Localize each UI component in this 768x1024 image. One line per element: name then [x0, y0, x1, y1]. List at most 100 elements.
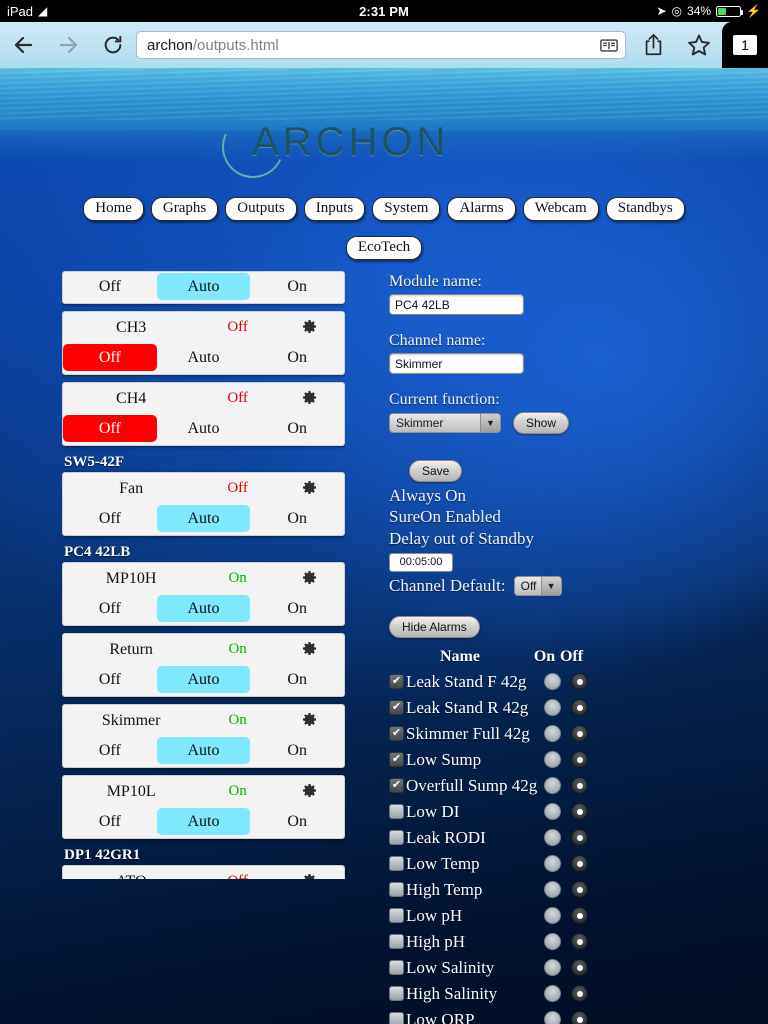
channel-settings-gear[interactable] [280, 712, 340, 729]
channel-mode-off-button[interactable]: Off [63, 595, 157, 622]
forward-button[interactable] [46, 22, 92, 68]
alarm-enable-checkbox[interactable] [389, 1012, 404, 1024]
alarm-enable-checkbox[interactable] [389, 674, 404, 690]
alarm-enable-checkbox[interactable] [389, 908, 404, 924]
channel-list-panel[interactable]: Off Auto On CH3 Off Off Auto On CH4 Off Off Auto On S… [62, 271, 345, 879]
channel-mode-on-button[interactable]: On [250, 737, 344, 764]
alarm-radio-off[interactable] [571, 673, 588, 691]
alarm-radio-on[interactable] [544, 777, 561, 795]
alarm-radio-on[interactable] [544, 725, 561, 743]
channel-mode-auto-button[interactable]: Auto [156, 737, 251, 764]
channel-settings-gear[interactable] [280, 570, 340, 587]
channel-settings-gear[interactable] [280, 873, 340, 879]
channel-settings-gear[interactable] [280, 319, 340, 336]
channel-mode-auto-button[interactable]: Auto [157, 415, 251, 442]
alarm-enable-checkbox[interactable] [389, 856, 404, 872]
share-icon[interactable] [630, 22, 676, 68]
alarm-enable-checkbox[interactable] [389, 700, 404, 716]
reader-view-icon[interactable] [600, 36, 619, 55]
alarm-radio-on[interactable] [544, 803, 561, 821]
alarm-enable-checkbox[interactable] [389, 726, 404, 742]
hide-alarms-button[interactable]: Hide Alarms [389, 615, 480, 638]
alarm-radio-on[interactable] [544, 881, 561, 899]
alarm-radio-on[interactable] [544, 699, 561, 717]
alarm-enable-checkbox[interactable] [389, 778, 404, 794]
channel-mode-off-button[interactable]: Off [63, 344, 157, 371]
save-button[interactable]: Save [409, 460, 463, 482]
alarm-radio-on[interactable] [544, 933, 561, 951]
channel-mode-off-button[interactable]: Off [63, 415, 157, 442]
nav-tab-ecotech[interactable]: EcoTech [345, 236, 423, 261]
alarm-radio-off[interactable] [571, 985, 588, 1003]
alarm-radio-off[interactable] [571, 829, 588, 847]
reload-button[interactable] [92, 22, 134, 68]
channel-mode-on-button[interactable]: On [250, 273, 344, 300]
channel-name-input[interactable]: Skimmer [389, 353, 524, 374]
channel-mode-auto-button[interactable]: Auto [156, 505, 251, 532]
tab-count-button[interactable]: 1 [722, 22, 768, 68]
alarm-radio-on[interactable] [544, 751, 561, 769]
back-button[interactable] [0, 22, 46, 68]
channel-mode-auto-button[interactable]: Auto [156, 595, 251, 622]
alarm-radio-on[interactable] [544, 959, 561, 977]
channel-settings-gear[interactable] [280, 783, 340, 800]
channel-default-select[interactable]: Off ▼ [513, 575, 562, 596]
nav-tab-inputs[interactable]: Inputs [303, 197, 366, 222]
alarm-radio-on[interactable] [544, 985, 561, 1003]
nav-tab-outputs[interactable]: Outputs [225, 197, 297, 222]
alarm-radio-off[interactable] [571, 1011, 588, 1024]
channel-mode-off-button[interactable]: Off [63, 505, 157, 532]
delay-time-input[interactable]: 00:05:00 [389, 552, 453, 572]
channel-mode-off-button[interactable]: Off [63, 808, 157, 835]
alarm-enable-checkbox[interactable] [389, 960, 404, 976]
bookmark-star-icon[interactable] [676, 22, 722, 68]
channel-mode-auto-button[interactable]: Auto [156, 666, 251, 693]
channel-mode-auto-button[interactable]: Auto [156, 273, 251, 300]
alarm-radio-on[interactable] [544, 829, 561, 847]
alarm-radio-off[interactable] [571, 881, 588, 899]
alarm-radio-off[interactable] [571, 751, 588, 769]
alarm-radio-off[interactable] [571, 907, 588, 925]
alarm-enable-checkbox[interactable] [389, 934, 404, 950]
module-name-input[interactable]: PC4 42LB [389, 294, 524, 315]
nav-tab-home[interactable]: Home [83, 197, 144, 222]
alarm-radio-on[interactable] [544, 907, 561, 925]
current-function-select[interactable]: Skimmer ▼ [389, 413, 501, 433]
alarm-radio-off[interactable] [571, 933, 588, 951]
channel-mode-on-button[interactable]: On [250, 415, 344, 442]
channel-mode-off-button[interactable]: Off [63, 666, 157, 693]
alarm-enable-checkbox[interactable] [389, 752, 404, 768]
channel-mode-off-button[interactable]: Off [63, 273, 157, 300]
alarm-radio-off[interactable] [571, 959, 588, 977]
alarm-radio-off[interactable] [571, 725, 588, 743]
channel-mode-on-button[interactable]: On [250, 808, 344, 835]
alarm-enable-checkbox[interactable] [389, 830, 404, 846]
alarm-radio-on[interactable] [544, 1011, 561, 1024]
channel-mode-on-button[interactable]: On [250, 595, 344, 622]
alarm-enable-checkbox[interactable] [389, 804, 404, 820]
nav-tab-standbys[interactable]: Standbys [605, 197, 685, 222]
alarm-enable-checkbox[interactable] [389, 882, 404, 898]
alarm-radio-on[interactable] [544, 855, 561, 873]
alarm-radio-off[interactable] [571, 699, 588, 717]
alarm-enable-checkbox[interactable] [389, 986, 404, 1002]
nav-tab-graphs[interactable]: Graphs [150, 197, 219, 222]
channel-mode-auto-button[interactable]: Auto [157, 344, 251, 371]
channel-settings-gear[interactable] [280, 390, 340, 407]
channel-settings-gear[interactable] [280, 641, 340, 658]
nav-tab-alarms[interactable]: Alarms [447, 197, 516, 222]
channel-mode-on-button[interactable]: On [250, 505, 344, 532]
channel-mode-auto-button[interactable]: Auto [156, 808, 251, 835]
channel-settings-gear[interactable] [280, 480, 340, 497]
alarm-radio-off[interactable] [571, 855, 588, 873]
nav-tab-system[interactable]: System [372, 197, 441, 222]
channel-mode-off-button[interactable]: Off [63, 737, 157, 764]
alarm-radio-off[interactable] [571, 803, 588, 821]
alarm-radio-on[interactable] [544, 673, 561, 691]
channel-mode-on-button[interactable]: On [250, 666, 344, 693]
channel-mode-on-button[interactable]: On [250, 344, 344, 371]
show-button[interactable]: Show [513, 412, 570, 434]
alarm-radio-off[interactable] [571, 777, 588, 795]
nav-tab-webcam[interactable]: Webcam [522, 197, 599, 222]
address-bar[interactable]: archon/outputs.html [136, 31, 626, 59]
